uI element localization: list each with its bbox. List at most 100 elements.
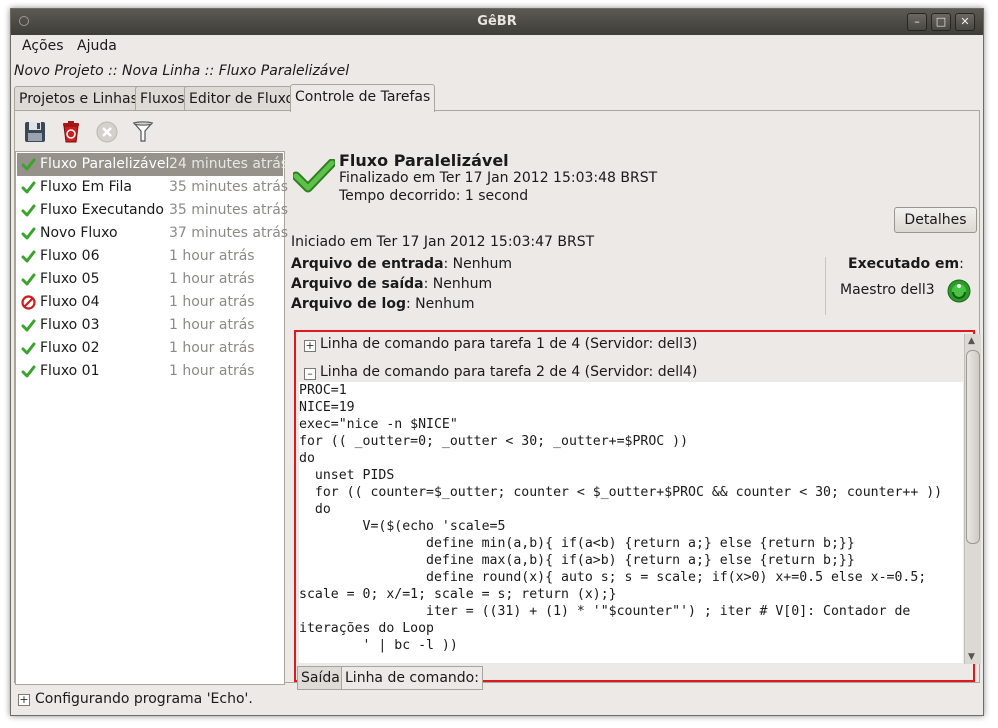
tab-linha-de-comando[interactable]: Linha de comando: bbox=[341, 666, 483, 690]
check-icon bbox=[21, 181, 36, 194]
input-file-row: Arquivo de entrada: Nenhum bbox=[291, 256, 512, 272]
job-name: Fluxo Executando bbox=[40, 202, 164, 218]
job-time: 37 minutes atrás bbox=[169, 225, 289, 241]
menu-bar: Ações Ajuda bbox=[11, 35, 983, 57]
tab-saida[interactable]: Saída bbox=[297, 666, 344, 690]
job-time: 1 hour atrás bbox=[169, 363, 255, 379]
title-bar: GêBR – □ ✕ bbox=[11, 9, 983, 35]
error-icon bbox=[21, 295, 36, 310]
cancel-icon bbox=[96, 121, 118, 143]
cancel-button[interactable] bbox=[95, 120, 121, 146]
job-row[interactable]: Fluxo Paralelizável 24 minutes atrás bbox=[17, 153, 288, 176]
check-icon bbox=[21, 227, 36, 240]
status-expand-button[interactable]: + bbox=[18, 694, 30, 706]
check-icon bbox=[21, 273, 36, 286]
job-name: Fluxo 03 bbox=[40, 317, 100, 333]
job-time: 1 hour atrás bbox=[169, 340, 255, 356]
server-name: Maestro dell3 bbox=[840, 282, 935, 298]
job-row[interactable]: Fluxo 03 1 hour atrás bbox=[17, 314, 283, 337]
job-time: 1 hour atrás bbox=[169, 317, 255, 333]
filter-icon bbox=[132, 121, 154, 142]
delete-icon bbox=[63, 121, 79, 143]
menu-acoes[interactable]: Ações bbox=[22, 38, 64, 54]
job-name: Fluxo 06 bbox=[40, 248, 100, 264]
input-file-value: : Nenhum bbox=[443, 256, 513, 272]
filter-button[interactable] bbox=[131, 120, 157, 146]
job-time: 24 minutes atrás bbox=[169, 156, 289, 172]
minimize-button[interactable]: – bbox=[907, 13, 927, 31]
executed-on-row: Executado em: bbox=[848, 256, 964, 272]
task-1-header[interactable]: Linha de comando para tarefa 1 de 4 (Ser… bbox=[320, 336, 697, 352]
job-time: 1 hour atrás bbox=[169, 294, 255, 310]
job-row[interactable]: Fluxo Em Fila 35 minutes atrás bbox=[17, 176, 288, 199]
status-bar: + Configurando programa 'Echo'. bbox=[15, 689, 981, 711]
task-2-header[interactable]: Linha de comando para tarefa 2 de 4 (Ser… bbox=[320, 364, 697, 380]
job-time: 1 hour atrás bbox=[169, 248, 255, 264]
input-file-label: Arquivo de entrada bbox=[291, 256, 444, 272]
job-time: 35 minutes atrás bbox=[169, 202, 289, 218]
check-icon bbox=[21, 204, 36, 217]
status-text: Configurando programa 'Echo'. bbox=[35, 691, 253, 707]
scroll-thumb[interactable] bbox=[966, 350, 980, 544]
job-row[interactable]: Novo Fluxo 37 minutes atrás bbox=[17, 222, 288, 245]
log-file-row: Arquivo de log: Nenhum bbox=[291, 296, 475, 312]
job-name: Fluxo 02 bbox=[40, 340, 100, 356]
job-row[interactable]: Fluxo 06 1 hour atrás bbox=[17, 245, 283, 268]
job-time: 35 minutes atrás bbox=[169, 179, 289, 195]
job-row[interactable]: Fluxo 04 1 hour atrás bbox=[17, 291, 283, 314]
check-icon bbox=[21, 250, 36, 263]
job-name: Fluxo 01 bbox=[40, 363, 100, 379]
tab-projetos-e-linhas[interactable]: Projetos e Linhas bbox=[14, 86, 143, 110]
job-name: Fluxo 05 bbox=[40, 271, 100, 287]
breadcrumb: Novo Projeto :: Nova Linha :: Fluxo Para… bbox=[14, 63, 350, 79]
tab-fluxos[interactable]: Fluxos bbox=[135, 86, 190, 110]
tab-controle-de-tarefas[interactable]: Controle de Tarefas bbox=[290, 84, 436, 112]
job-list: Fluxo Paralelizável 24 minutes atrás Fluxo… bbox=[15, 151, 288, 685]
save-button[interactable] bbox=[23, 120, 49, 146]
command-line-panel: + Linha de comando para tarefa 1 de 4 (S… bbox=[294, 330, 981, 690]
job-title: Fluxo Paralelizável bbox=[339, 151, 509, 170]
job-row[interactable]: Fluxo Executando 35 minutes atrás bbox=[17, 199, 288, 222]
log-file-label: Arquivo de log bbox=[291, 296, 406, 312]
output-file-row: Arquivo de saída: Nenhum bbox=[291, 276, 492, 292]
output-file-value: : Nenhum bbox=[423, 276, 493, 292]
details-separator bbox=[825, 257, 826, 315]
job-finished: Finalizado em Ter 17 Jan 2012 15:03:48 B… bbox=[339, 170, 658, 186]
menu-ajuda[interactable]: Ajuda bbox=[77, 38, 117, 54]
close-button[interactable]: ✕ bbox=[955, 13, 975, 31]
check-icon bbox=[21, 342, 36, 355]
server-status-icon bbox=[947, 279, 971, 303]
success-check-icon bbox=[293, 159, 335, 193]
maximize-button[interactable]: □ bbox=[931, 13, 951, 31]
job-row[interactable]: Fluxo 01 1 hour atrás bbox=[17, 360, 283, 383]
command-scrollbar[interactable]: ▲ ▼ bbox=[964, 334, 981, 664]
check-icon bbox=[21, 158, 36, 171]
tab-editor-de-fluxo[interactable]: Editor de Fluxo bbox=[184, 86, 300, 110]
job-row[interactable]: Fluxo 05 1 hour atrás bbox=[17, 268, 283, 291]
check-icon bbox=[21, 365, 36, 378]
output-file-label: Arquivo de saída bbox=[291, 276, 424, 292]
scroll-up-icon[interactable]: ▲ bbox=[968, 336, 975, 346]
executed-on-label: Executado em bbox=[848, 256, 960, 272]
window-title: GêBR bbox=[477, 14, 517, 29]
job-details: Fluxo Paralelizável Finalizado em Ter 17… bbox=[287, 151, 981, 690]
main-window: GêBR – □ ✕ Ações Ajuda Novo Projeto :: N… bbox=[10, 8, 984, 716]
job-name: Novo Fluxo bbox=[40, 225, 118, 241]
job-name: Fluxo 04 bbox=[40, 294, 100, 310]
scroll-down-icon[interactable]: ▼ bbox=[968, 652, 975, 662]
job-name: Fluxo Paralelizável bbox=[40, 156, 170, 172]
job-time: 1 hour atrás bbox=[169, 271, 255, 287]
save-icon bbox=[25, 122, 45, 142]
job-row[interactable]: Fluxo 02 1 hour atrás bbox=[17, 337, 283, 360]
job-elapsed: Tempo decorrido: 1 second bbox=[339, 188, 529, 204]
job-name: Fluxo Em Fila bbox=[40, 179, 133, 195]
expand-task-1-button[interactable]: + bbox=[304, 340, 316, 352]
delete-button[interactable] bbox=[59, 120, 85, 146]
executed-on-colon: : bbox=[959, 256, 964, 272]
job-started: Iniciado em Ter 17 Jan 2012 15:03:47 BRS… bbox=[291, 234, 595, 250]
check-icon bbox=[21, 319, 36, 332]
details-button[interactable]: Detalhes bbox=[894, 207, 977, 233]
command-code[interactable]: PROC=1 NICE=19 exec="nice -n $NICE" for … bbox=[299, 382, 963, 663]
log-file-value: : Nenhum bbox=[405, 296, 475, 312]
collapse-task-2-button[interactable]: – bbox=[304, 368, 316, 380]
